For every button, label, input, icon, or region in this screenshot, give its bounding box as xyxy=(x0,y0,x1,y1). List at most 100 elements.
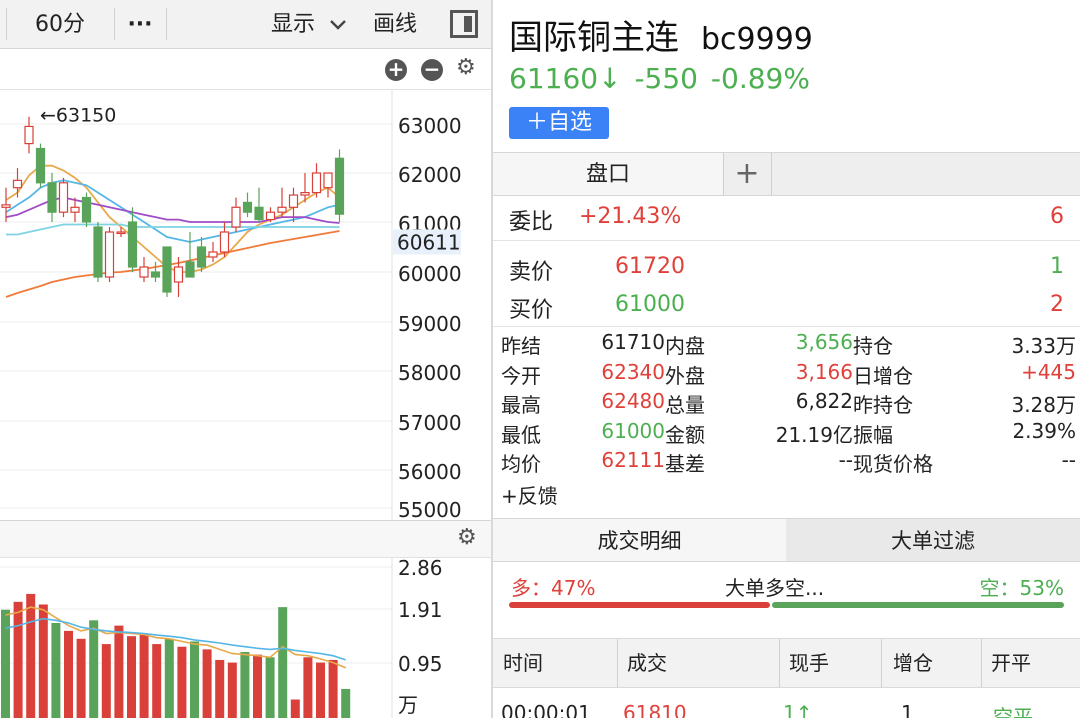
volume-bar xyxy=(89,620,99,718)
unit-label: 万 xyxy=(398,693,418,717)
zoom-in-icon[interactable]: + xyxy=(385,59,407,81)
stat-label: 内盘 xyxy=(665,334,705,358)
candle-body xyxy=(47,182,57,213)
stat-label: 今开 xyxy=(501,363,541,388)
trade-tabs: 成交明细 大单过滤 xyxy=(493,518,1080,562)
stat-value: 6,822 xyxy=(795,389,853,413)
panel-toggle-icon[interactable] xyxy=(450,10,478,38)
candle-body xyxy=(12,179,23,189)
col-separator xyxy=(881,639,882,687)
gear-icon[interactable]: ⚙ xyxy=(457,525,477,550)
trade-table-header: 时间 成交 现手 增仓 开平 xyxy=(493,638,1080,688)
col-volume[interactable]: 现手 xyxy=(789,639,829,687)
stat-label: 持仓 xyxy=(853,334,893,358)
candle-body xyxy=(173,266,184,283)
toolbar-separator xyxy=(166,8,167,40)
y-tick-label: 63000 xyxy=(398,114,462,138)
stat-value: 62111 xyxy=(601,448,665,472)
y-tick-label: 56000 xyxy=(398,460,462,484)
volume-bar xyxy=(101,644,111,718)
row-volume: 1↑ xyxy=(783,701,813,718)
stat-label: 昨结 xyxy=(501,334,541,358)
stat-value: 61710 xyxy=(601,330,665,354)
tab-pankou[interactable]: 盘口 xyxy=(493,153,724,195)
draw-line-button[interactable]: 画线 xyxy=(362,0,428,48)
row-price: 61810 xyxy=(623,701,687,718)
col-open-close[interactable]: 开平 xyxy=(991,639,1031,687)
more-button[interactable]: ··· xyxy=(115,0,165,48)
candle-body xyxy=(104,231,115,278)
period-button[interactable]: 60分 xyxy=(8,0,112,48)
instrument-code: bc9999 xyxy=(701,22,813,57)
candle-body xyxy=(35,147,46,184)
volume-bar xyxy=(114,625,124,718)
down-arrow-icon: ↓ xyxy=(598,62,622,95)
stat-label: 昨持仓 xyxy=(853,393,913,417)
buy-volume: 2 xyxy=(1050,292,1064,317)
volume-bar xyxy=(64,630,73,718)
short-ratio-bar xyxy=(772,602,1064,608)
price-line: 61160↓ -550 -0.89% xyxy=(509,62,810,95)
stat-label: 最低 xyxy=(501,422,541,447)
volume-bar xyxy=(51,622,61,718)
trade-table-body[interactable]: 00:00:01 61810 1↑ 1 空平 xyxy=(493,687,1080,718)
candle-body xyxy=(311,172,322,194)
chart-controls: + − ⚙ xyxy=(0,49,492,90)
stat-value: 2.39% xyxy=(1012,418,1076,443)
volume-bar xyxy=(202,649,212,718)
chevron-down-icon[interactable] xyxy=(326,0,350,48)
candle-body xyxy=(277,206,287,213)
buy-label: 买价 xyxy=(509,298,554,323)
candle-body xyxy=(81,196,92,223)
last-price: 61160 xyxy=(509,62,599,95)
tab-big-order-filter[interactable]: 大单过滤 xyxy=(786,519,1080,561)
stat-value: 62480 xyxy=(601,389,665,413)
volume-chart[interactable]: 2.86 1.91 0.95 万 xyxy=(0,557,492,718)
volume-bar xyxy=(290,699,300,718)
row-type: 空平 xyxy=(993,705,1033,718)
divider xyxy=(493,240,1080,241)
y-tick-label: 0.95 xyxy=(398,652,443,676)
volume-bar xyxy=(190,641,199,718)
display-button[interactable]: 显示 xyxy=(262,0,324,48)
candle-body xyxy=(150,271,161,278)
volume-bar xyxy=(1,609,10,718)
col-price[interactable]: 成交 xyxy=(627,639,667,687)
weibi-count: 6 xyxy=(1050,204,1064,229)
short-ratio: 空：53% xyxy=(979,576,1064,600)
volume-bar xyxy=(177,646,187,718)
volume-bar xyxy=(13,601,23,718)
gear-icon[interactable]: ⚙ xyxy=(456,55,476,80)
add-favorite-button[interactable]: ＋自选 xyxy=(509,107,609,139)
volume-bar xyxy=(278,607,288,718)
moving-average-line xyxy=(5,230,340,298)
stat-value: 3.33万 xyxy=(1011,334,1076,358)
stat-label: 均价 xyxy=(501,452,541,476)
candlestick-chart[interactable]: 6300062000610006000059000580005700056000… xyxy=(0,90,492,520)
chart-panel: 60分 ··· 显示 画线 + − ⚙ 63000 62000 61000 60000… xyxy=(0,0,492,718)
long-short-ratio: 多：47% 大单多空... 空：53% xyxy=(493,570,1080,600)
candle-body xyxy=(265,211,276,221)
candle-body xyxy=(300,191,310,196)
weibi-value: +21.43% xyxy=(579,204,682,229)
candle-body xyxy=(58,182,69,213)
y-tick-label: 57000 xyxy=(398,411,462,435)
stat-value: -- xyxy=(1061,448,1076,472)
chart-toolbar: 60分 ··· 显示 画线 xyxy=(0,0,492,49)
col-open-interest[interactable]: 增仓 xyxy=(893,639,933,687)
table-row[interactable]: 00:00:01 61810 1↑ 1 空平 xyxy=(493,701,1080,718)
tab-trade-detail[interactable]: 成交明细 xyxy=(493,519,786,561)
volume-bar xyxy=(139,633,149,718)
feedback-link[interactable]: +反馈 xyxy=(501,480,558,509)
candle-body xyxy=(231,206,241,228)
long-ratio-bar xyxy=(509,602,770,608)
stat-label: 总量 xyxy=(665,393,705,417)
candle-body xyxy=(219,231,230,253)
add-tab-button[interactable]: + xyxy=(723,153,772,195)
ratio-caption: 大单多空... xyxy=(725,576,825,600)
y-tick-label: 55000 xyxy=(398,498,462,520)
instrument-name: 国际铜主连 xyxy=(509,18,679,58)
zoom-out-icon[interactable]: − xyxy=(421,59,443,81)
candle-body xyxy=(288,194,299,208)
col-time[interactable]: 时间 xyxy=(503,639,543,687)
